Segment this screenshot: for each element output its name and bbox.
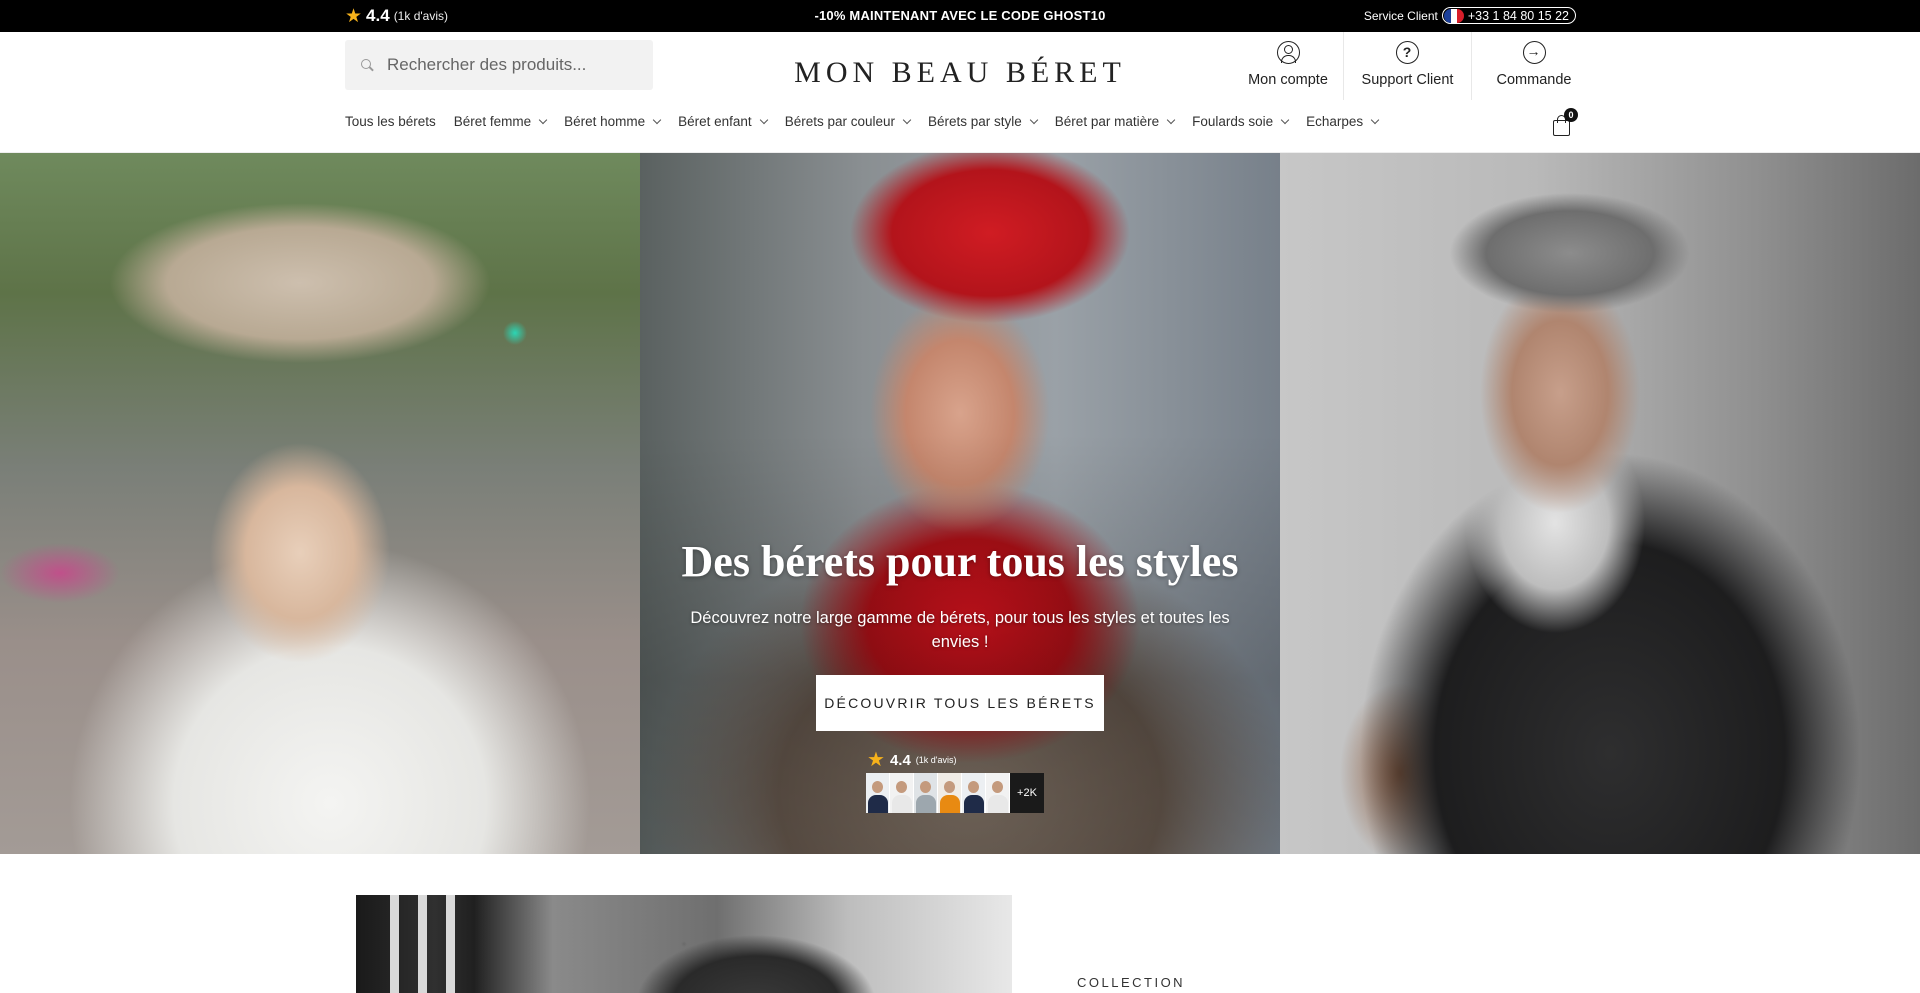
nav-item-echarpes[interactable]: Echarpes (1306, 114, 1380, 129)
main-navigation: Tous les bérets Béret femme Béret homme … (345, 114, 1396, 129)
nav-item-all-berets[interactable]: Tous les bérets (345, 114, 436, 129)
chevron-down-icon (1029, 115, 1039, 124)
order-label: Commande (1496, 72, 1572, 88)
service-label: Service Client (1363, 8, 1438, 23)
announcement-bar: ★ 4.4 (1k d'avis) -10% MAINTENANT AVEC L… (0, 0, 1920, 32)
discover-all-berets-button[interactable]: DÉCOUVRIR TOUS LES BÉRETS (816, 675, 1104, 731)
support-label: Support Client (1361, 72, 1454, 88)
customer-service: Service Client +33 1 84 80 15 22 (1364, 7, 1576, 24)
support-button[interactable]: ? Support Client (1343, 32, 1471, 100)
cart-button[interactable]: 0 (1551, 108, 1578, 137)
hero-image-child-beret (0, 153, 640, 854)
hero-title: Des bérets pour tous les styles (681, 537, 1239, 586)
avatar (914, 773, 938, 813)
nav-item-berets-style[interactable]: Bérets par style (928, 114, 1039, 129)
chevron-down-icon (1166, 115, 1176, 124)
hero-banner: Des bérets pour tous les styles Découvre… (0, 153, 1920, 854)
nav-item-foulards-soie[interactable]: Foulards soie (1192, 114, 1290, 129)
chevron-down-icon (1280, 115, 1290, 124)
promo-banner: -10% MAINTENANT AVEC LE CODE GHOST10 (814, 8, 1106, 23)
customer-avatars: +2K (866, 773, 1044, 813)
chevron-down-icon (902, 115, 912, 124)
phone-number: +33 1 84 80 15 22 (1467, 8, 1569, 23)
cart-count-badge: 0 (1564, 108, 1578, 122)
collection-label: COLLECTION (1077, 975, 1186, 990)
user-icon (1276, 41, 1300, 64)
nav-item-beret-enfant[interactable]: Béret enfant (678, 114, 768, 129)
phone-link[interactable]: +33 1 84 80 15 22 (1441, 7, 1576, 24)
nav-item-beret-homme[interactable]: Béret homme (564, 114, 662, 129)
chevron-down-icon (1370, 115, 1380, 124)
nav-item-beret-matiere[interactable]: Béret par matière (1055, 114, 1176, 129)
france-flag-icon (1443, 8, 1464, 23)
chevron-down-icon (759, 115, 768, 124)
chevron-down-icon (538, 115, 548, 124)
hero-subtitle: Découvrez notre large gamme de bérets, p… (690, 609, 1230, 651)
nav-item-berets-couleur[interactable]: Bérets par couleur (785, 114, 912, 129)
arrow-right-icon: → (1522, 41, 1546, 64)
help-icon: ? (1396, 41, 1419, 64)
hero-rating-score: 4.4 (889, 751, 911, 769)
avatar (962, 773, 986, 813)
hero-rating-reviews: (1k d'avis) (915, 755, 957, 765)
collection-image (356, 895, 1012, 993)
nav-item-beret-femme[interactable]: Béret femme (454, 114, 548, 129)
my-account-button[interactable]: Mon compte (1233, 32, 1343, 100)
star-icon: ★ (867, 749, 885, 771)
header-actions: Mon compte ? Support Client → Commande (1233, 32, 1596, 100)
avatar (866, 773, 890, 813)
avatar (890, 773, 914, 813)
hero-rating: ★ 4.4 (1k d'avis) (867, 750, 957, 770)
more-customers-badge: +2K (1010, 773, 1044, 813)
avatar (938, 773, 962, 813)
site-header: MON BEAU BÉRET Mon compte ? Support Clie… (0, 32, 1920, 153)
hero-image-man-flat-cap (1280, 153, 1920, 854)
my-account-label: Mon compte (1248, 72, 1328, 88)
chevron-down-icon (652, 115, 662, 124)
avatar (986, 773, 1010, 813)
site-logo[interactable]: MON BEAU BÉRET (0, 56, 1920, 90)
order-button[interactable]: → Commande (1471, 32, 1596, 100)
